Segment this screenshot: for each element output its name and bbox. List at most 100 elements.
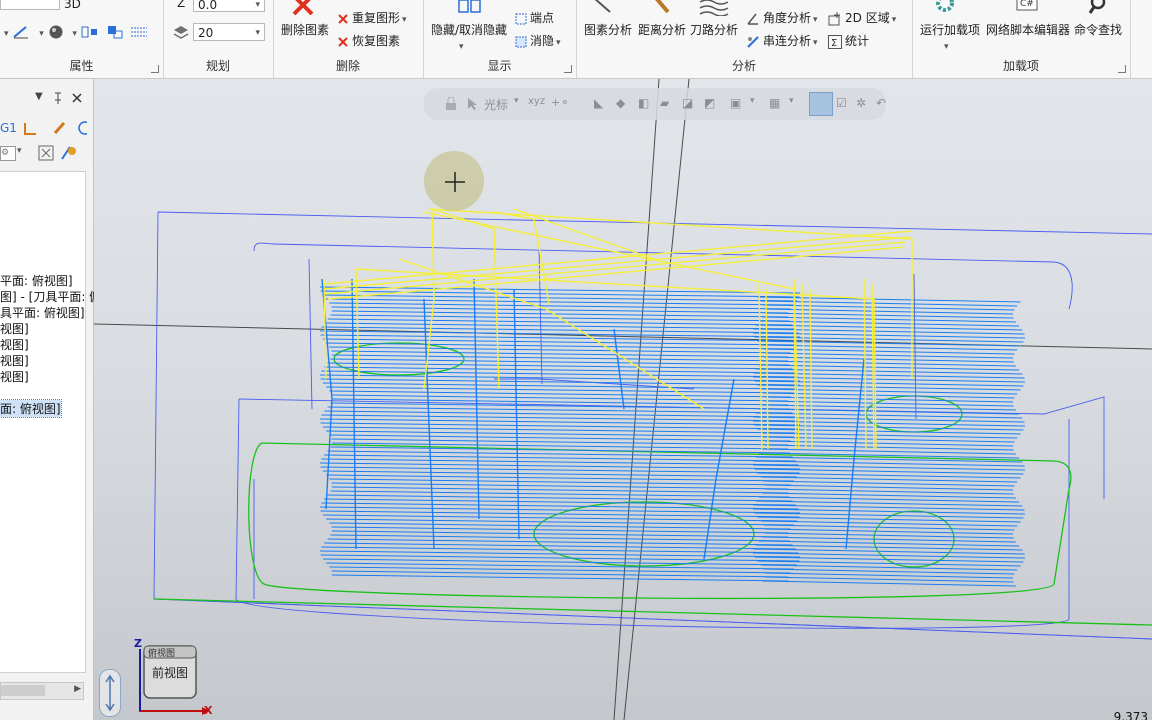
statistics-button[interactable]: Σ 统计	[828, 32, 869, 49]
group-label-display: 显示	[487, 59, 512, 73]
restore-entity-button[interactable]: 恢复图素	[337, 32, 400, 49]
horizontal-scrollbar[interactable]: ▶	[0, 682, 84, 700]
move-level-icon[interactable]	[106, 24, 124, 40]
filter-dropdown[interactable]: ⚙	[0, 146, 16, 161]
chevron-down-icon: ▾	[402, 15, 407, 25]
repeat-delete-icon	[338, 13, 348, 24]
tree-item-selected[interactable]: 面: 俯视图]	[0, 399, 62, 418]
edit-pen-icon[interactable]	[52, 120, 68, 136]
sphere-icon[interactable]	[48, 24, 64, 40]
select-solid-icon[interactable]: ◆	[616, 96, 625, 110]
levels-icon[interactable]	[81, 24, 99, 40]
undo-selection-icon[interactable]: ↶	[876, 96, 886, 110]
tree-item[interactable]: 视图]	[0, 320, 29, 337]
view-rotate-control[interactable]	[99, 669, 121, 717]
toolpath-analysis-icon	[699, 0, 729, 16]
cursor-mode-label[interactable]: 光标	[484, 96, 508, 113]
toolpath-pass	[764, 572, 1014, 579]
view-cube-top-label[interactable]: 俯视图	[148, 646, 175, 659]
toolpath-pass	[764, 396, 1014, 403]
delete-entity-button[interactable]: 删除图素	[281, 21, 329, 38]
panel-menu-icon[interactable]: ▼	[35, 91, 43, 102]
level-value: 20	[198, 26, 214, 40]
chevron-down-icon[interactable]: ▾	[789, 96, 794, 106]
tree-item[interactable]: 平面: 俯视图]	[0, 272, 73, 289]
run-addin-button[interactable]: 运行加载项	[920, 21, 980, 38]
chain-analysis-button[interactable]: 串连分析 ▾	[746, 32, 818, 49]
chevron-down-icon[interactable]: ▾	[514, 96, 519, 106]
tree-item[interactable]: 视图]	[0, 368, 29, 385]
line-style-field[interactable]	[0, 0, 60, 10]
graphics-viewport[interactable]: 光标 ▾ xyz +⚬ ◣ ◆ ◧ ▰ ◪ ◩ ▣ ▾ ▦ ▾ ☑ ✲ ↶ Z …	[94, 79, 1152, 720]
line-width-icon[interactable]	[12, 25, 30, 39]
tool-display-icon[interactable]	[38, 145, 54, 161]
scrollbar-thumb[interactable]	[1, 685, 45, 696]
selection-filter-icon[interactable]: ☑	[836, 96, 847, 110]
select-entity-icon[interactable]: ◣	[594, 96, 603, 110]
cursor-select-icon[interactable]	[466, 97, 480, 111]
tree-item[interactable]: 具平面: 俯视图]	[0, 304, 85, 321]
grid-icon[interactable]	[130, 24, 148, 40]
layer-stack-icon	[173, 26, 189, 39]
mode-3d-label: 3D	[64, 0, 81, 11]
entity-analysis-icon	[594, 0, 611, 13]
cad-scene	[94, 79, 1152, 720]
view-cube[interactable]: 俯视图 前视图	[142, 642, 198, 702]
distance-analysis-button[interactable]: 距离分析	[638, 21, 686, 38]
select-loop-icon[interactable]: ◩	[704, 96, 715, 110]
close-icon[interactable]	[72, 93, 82, 103]
g1-toggle-button[interactable]: G1	[0, 121, 17, 135]
net-script-editor-button[interactable]: 网络脚本编辑器	[986, 21, 1070, 38]
select-edge-icon[interactable]: ◪	[682, 96, 693, 110]
arrow-toolpath-icon[interactable]	[22, 122, 38, 136]
chevron-down-icon[interactable]: ▾	[457, 38, 464, 52]
rotate-select-icon[interactable]: ✲	[856, 96, 866, 110]
verify-selection-toggle[interactable]	[809, 92, 833, 116]
toolpath-filter-icon[interactable]	[60, 145, 78, 161]
select-face-icon[interactable]: ◧	[638, 96, 649, 110]
ribbon: 3D ▾ ▾ ▾ 属性 Z 0.0 ▾ 20 ▾ 规划 删除图素 重复图形 ▾ 恢复图…	[0, 0, 1152, 79]
view-cube-front-label[interactable]: 前视图	[142, 664, 198, 681]
group-label-attributes: 属性	[69, 59, 94, 73]
blank-button[interactable]: 消隐 ▾	[515, 32, 561, 49]
chevron-down-icon[interactable]: ▾	[750, 96, 755, 106]
z-depth-value: 0.0	[198, 0, 218, 12]
svg-text:Σ: Σ	[831, 38, 837, 49]
tree-item[interactable]: 视图]	[0, 352, 29, 369]
command-finder-button[interactable]: 命令查找	[1074, 21, 1122, 38]
display-launcher[interactable]	[564, 65, 572, 73]
mode-3d-toggle[interactable]: 3D	[64, 0, 81, 11]
group-analysis: 图素分析 距离分析 刀路分析 角度分析 ▾ 串连分析 ▾ 2D 区域 ▾ Σ 统计 分析	[576, 0, 913, 78]
addins-launcher[interactable]	[1118, 65, 1126, 73]
hide-unhide-button[interactable]: 隐藏/取消隐藏	[431, 21, 507, 38]
toolpath-analysis-button[interactable]: 刀路分析	[690, 21, 738, 38]
z-depth-input[interactable]: 0.0 ▾	[193, 0, 265, 12]
chevron-down-icon[interactable]: ▾	[39, 29, 44, 39]
area-2d-button[interactable]: 2D 区域 ▾	[828, 9, 896, 26]
endpoint-button[interactable]: 端点	[515, 9, 554, 26]
group-label-planning: 规划	[205, 59, 230, 73]
level-input[interactable]: 20 ▾	[193, 23, 265, 41]
chevron-down-icon[interactable]: ▾	[72, 29, 77, 39]
select-body-icon[interactable]: ▰	[660, 96, 669, 110]
lock-icon[interactable]	[444, 97, 458, 111]
pin-icon[interactable]	[53, 92, 63, 104]
tree-item[interactable]: 视图]	[0, 336, 29, 353]
tree-item-label: 图] - [刀具平面: 俯	[0, 290, 102, 304]
display-toggle-icon[interactable]	[77, 120, 87, 136]
box-select-icon[interactable]: ▦	[769, 96, 780, 110]
attributes-launcher[interactable]	[151, 65, 159, 73]
xyz-icon[interactable]: xyz	[528, 96, 545, 107]
entity-analysis-button[interactable]: 图素分析	[584, 21, 632, 38]
tree-item[interactable]: 图] - [刀具平面: 俯	[0, 288, 101, 305]
magnifier-icon	[1088, 0, 1106, 14]
angle-analysis-button[interactable]: 角度分析 ▾	[746, 9, 818, 26]
window-select-icon[interactable]: ▣	[730, 96, 741, 110]
chevron-down-icon[interactable]: ▾	[4, 29, 9, 39]
add-point-icon[interactable]: +⚬	[551, 96, 569, 109]
scroll-right-icon[interactable]: ▶	[74, 684, 81, 694]
repeat-shape-button[interactable]: 重复图形 ▾	[337, 9, 407, 26]
restore-icon	[338, 36, 348, 47]
chevron-down-icon[interactable]: ▾	[17, 146, 22, 156]
chevron-down-icon[interactable]: ▾	[942, 38, 949, 52]
